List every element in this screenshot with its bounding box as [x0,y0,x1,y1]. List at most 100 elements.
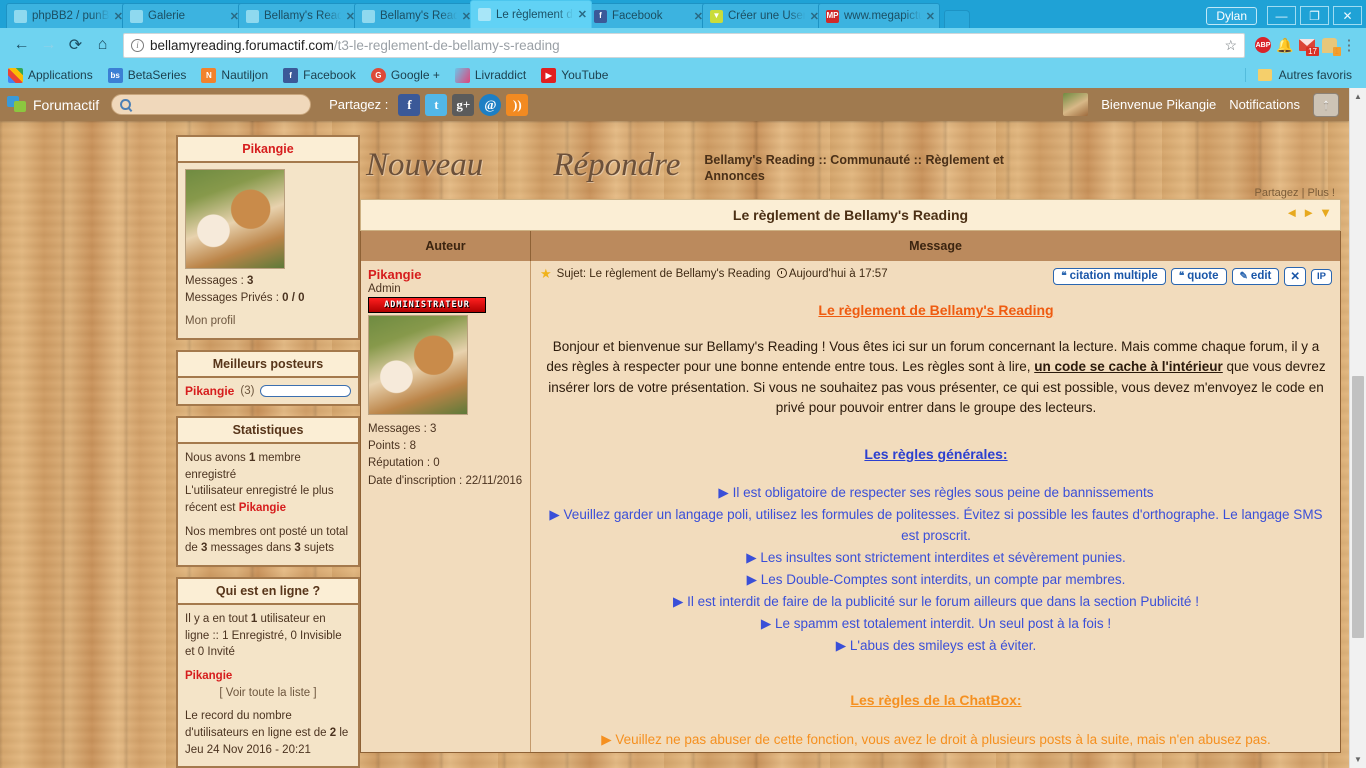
window-user-label[interactable]: Dylan [1206,6,1257,25]
chatbox-rules-list: ▶ Veuillez ne pas abuser de cette foncti… [546,730,1326,751]
close-window-button[interactable]: ✕ [1333,6,1362,25]
scroll-down-icon[interactable]: ▼ [1350,751,1366,768]
quote-button[interactable]: ❝ quote [1170,268,1227,285]
address-bar[interactable]: i bellamyreading.forumactif.com/t3-le-re… [123,32,1245,58]
reply-button[interactable]: Répondre [553,135,680,182]
minimize-button[interactable]: — [1267,6,1296,25]
back-icon[interactable]: ← [8,32,35,58]
bookmark-youtube[interactable]: ▶ YouTube [541,67,609,83]
avatar[interactable] [185,169,285,269]
section-chatbox-title: Les règles de la ChatBox: [850,691,1022,708]
scroll-top-icon[interactable]: ↑ [1313,92,1339,117]
scrollbar-thumb[interactable] [1352,376,1364,638]
chrome-menu-icon[interactable]: ⋮ [1340,36,1358,54]
view-all-link[interactable]: [ Voir toute la liste ] [185,685,351,702]
online-user[interactable]: Pikangie [185,668,351,685]
list-item: Pikangie (3) [183,381,353,399]
stat-2b[interactable]: Pikangie [239,502,286,514]
browser-tab-1[interactable]: phpBB2 / punBB ✕ [6,3,128,28]
forum-search-box[interactable] [111,94,312,115]
hangouts-icon[interactable]: 1 [1318,33,1341,57]
livraddict-icon [454,67,470,83]
statistics-block: Statistiques Nous avons 1 membre enregis… [176,416,360,568]
notifications-link[interactable]: Notifications [1229,97,1300,112]
rule-text: Veuillez ne pas abuser de cette fonction… [615,731,1271,747]
browser-tab-6[interactable]: f Facebook ✕ [586,3,708,28]
forum-toolbar-right: Bienvenue Pikangie Notifications ↑ [1063,92,1345,117]
avatar[interactable] [1063,93,1089,116]
ip-button[interactable]: IP [1311,268,1332,285]
rule-text: Il est obligatoire de respecter ses règl… [732,485,1154,501]
post-timestamp: Aujourd'hui à 17:57 [788,268,888,280]
gmail-icon[interactable]: 17 [1296,33,1319,57]
browser-tab-5-active[interactable]: Le règlement de Bella ✕ [470,0,592,28]
my-profile-link[interactable]: Mon profil [185,313,351,330]
scroll-up-icon[interactable]: ▲ [1350,88,1366,105]
home-icon[interactable]: ⌂ [89,32,116,58]
megapict-icon: MP [826,9,839,23]
share-links[interactable]: Partagez | Plus ! [360,187,1341,199]
bookmark-google-plus[interactable]: G Google + [370,67,440,83]
browser-tab-8[interactable]: MP www.megapicture ✕ [818,3,940,28]
bookmark-label: YouTube [561,68,609,82]
edit-button[interactable]: ✎ edit [1231,268,1280,285]
bookmark-applications[interactable]: Applications [8,67,93,83]
bookmark-star-icon[interactable]: ☆ [1224,37,1237,54]
breadcrumb[interactable]: Bellamy's Reading :: Communauté :: Règle… [704,135,1034,184]
stat-1a: Nous avons [185,452,246,465]
stat-label: Réputation : [368,457,431,470]
statistics-body: Nous avons 1 membre enregistré L'utilisa… [178,444,358,565]
delete-button[interactable]: ✕ [1284,267,1307,286]
rule-text: Le spamm est totalement interdit. Un seu… [774,615,1112,631]
new-topic-button[interactable]: Nouveau [366,135,483,182]
browser-tab-3[interactable]: Bellamy's Reading ✕ [238,3,360,28]
multiquote-button[interactable]: ❝ citation multiple [1053,268,1166,285]
forward-icon[interactable]: → [35,32,62,58]
tab-label: Le règlement de Bella [496,8,575,21]
google-plus-icon[interactable]: g+ [452,93,475,116]
bookmark-betaseries[interactable]: bs BetaSeries [107,67,186,83]
download-icon: ▼ [710,9,723,23]
adblock-plus-icon[interactable]: ABP [1252,33,1274,57]
browser-tab-7[interactable]: ▼ Créer une UserBar ✕ [702,3,824,28]
close-icon[interactable]: ✕ [923,10,935,23]
profile-messages-row: Messages : 3 [185,273,351,290]
poster-name[interactable]: Pikangie [185,384,234,398]
rss-icon[interactable]: )) [506,93,529,116]
browser-tab-2[interactable]: Galerie ✕ [122,3,244,28]
forumactif-brand-label[interactable]: Forumactif [33,97,99,113]
author-name[interactable]: Pikangie [368,267,524,283]
author-rank-image: ADMINISTRATEUR [368,296,486,313]
go-down-icon[interactable]: ▼ [1319,206,1332,219]
star-icon: ★ [540,266,552,281]
previous-topic-icon[interactable]: ◄ [1285,206,1298,219]
rule-text: L'abus des smileys est à éviter. [849,637,1037,653]
browser-tab-4[interactable]: Bellamy's Reading ✕ [354,3,476,28]
stat-3d: 3 [294,542,301,555]
email-icon[interactable]: @ [479,93,502,116]
abp-badge: ABP [1255,37,1271,53]
page-scrollbar[interactable]: ▲ ▼ [1349,88,1366,768]
left-sidebar: Pikangie Messages : 3 Messages Privés : … [176,135,360,768]
bookmark-facebook[interactable]: f Facebook [283,67,356,83]
other-bookmarks-folder[interactable]: Autres favoris [1244,68,1358,82]
facebook-icon[interactable]: f [398,93,421,116]
maximize-button[interactable]: ❐ [1300,6,1329,25]
author-stats: Messages : 3 Points : 8 Réputation : 0 D… [368,421,524,490]
forum-search-input[interactable] [135,97,303,112]
bookmark-label: Livraddict [474,68,527,82]
avatar[interactable] [368,314,468,415]
page-content: Pikangie Messages : 3 Messages Privés : … [0,121,1349,768]
close-icon[interactable]: ✕ [575,8,587,21]
next-topic-icon[interactable]: ► [1302,206,1315,219]
twitter-icon[interactable]: t [425,93,448,116]
nautiljon-icon: N [201,67,217,83]
site-info-icon[interactable]: i [131,38,144,52]
new-tab-button[interactable] [944,10,970,28]
bell-icon[interactable]: 🔔 [1274,33,1296,57]
reload-icon[interactable]: ⟳ [62,32,89,58]
bookmark-livraddict[interactable]: Livraddict [454,67,527,83]
welcome-label[interactable]: Bienvenue Pikangie [1101,97,1216,112]
bookmark-nautiljon[interactable]: N Nautiljon [201,67,268,83]
